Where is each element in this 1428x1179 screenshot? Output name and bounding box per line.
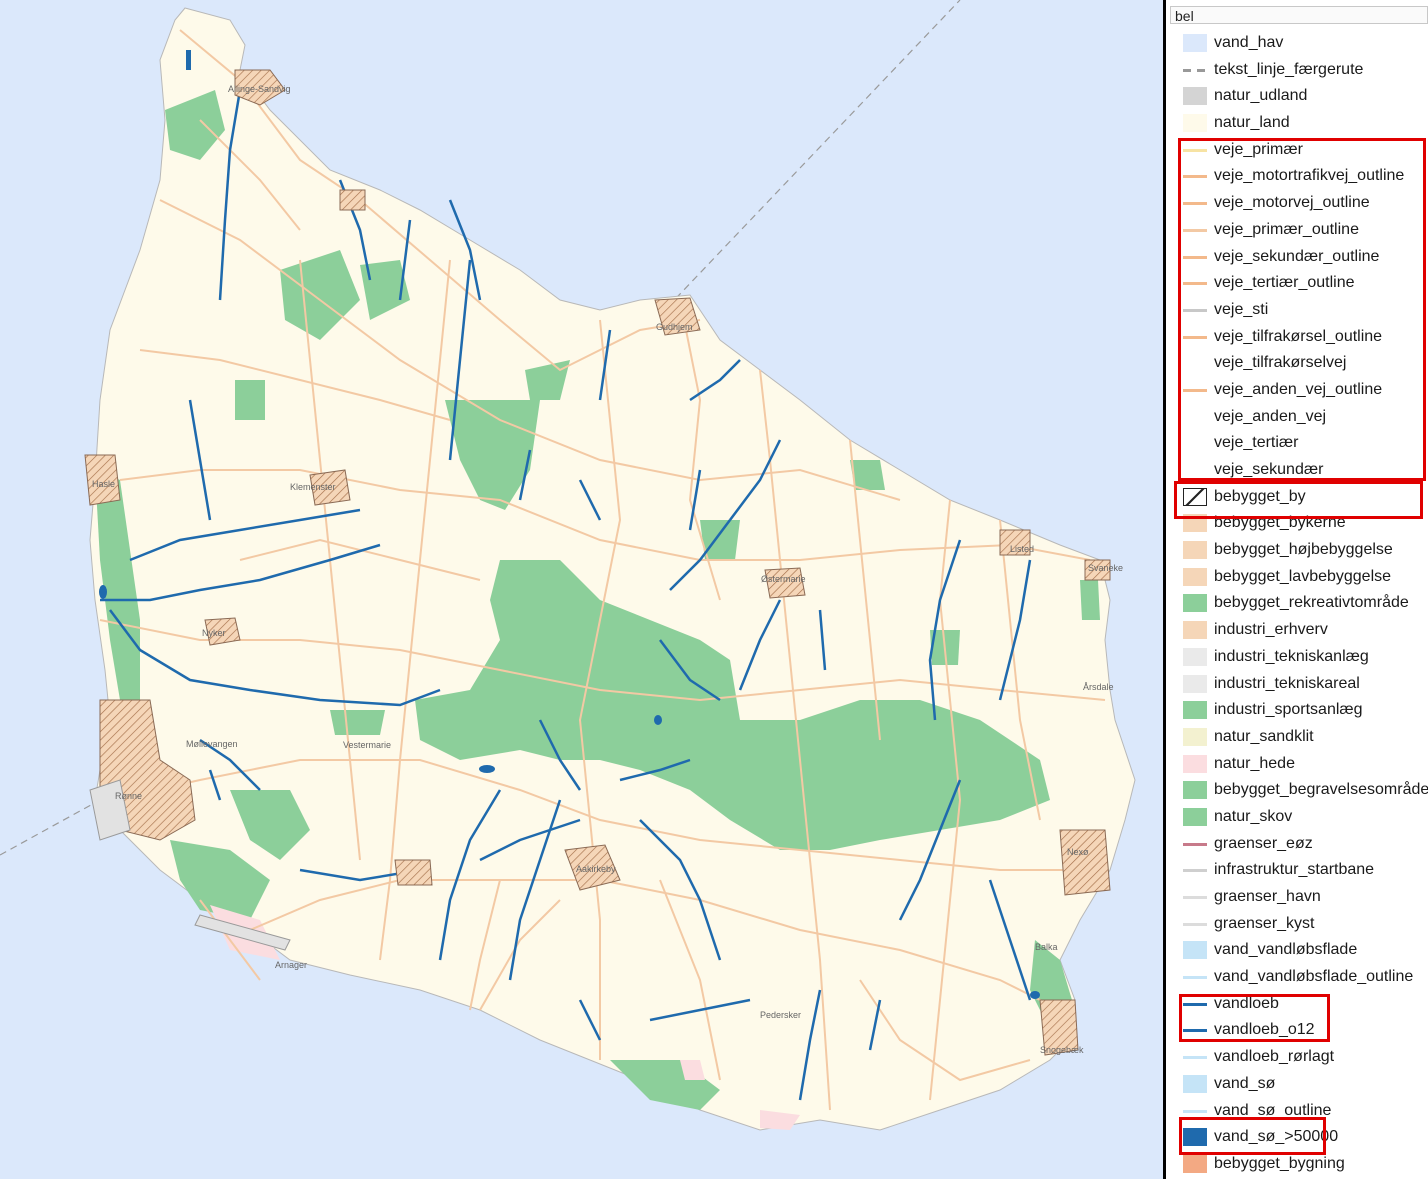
legend-item[interactable]: graenser_eøz [1166, 831, 1428, 858]
legend-item[interactable]: industri_sportsanlæg [1166, 697, 1428, 724]
place-label: Gudhjem [656, 322, 693, 332]
place-label: Klemenster [290, 482, 336, 492]
legend-label: graenser_eøz [1214, 834, 1313, 852]
legend-swatch [1183, 674, 1207, 693]
legend-swatch [1183, 842, 1207, 846]
legend-swatch [1183, 68, 1207, 72]
legend-label: bebygget_højbebyggelse [1214, 541, 1393, 559]
place-label: Listed [1010, 544, 1034, 554]
legend-swatch [1183, 941, 1207, 960]
legend-item[interactable]: bebygget_rekreativtområde [1166, 590, 1428, 617]
legend-label: industri_tekniskanlæg [1214, 647, 1369, 665]
legend-item[interactable]: bebygget_højbebyggelse [1166, 537, 1428, 564]
legend-item[interactable]: vandloeb_rørlagt [1166, 1044, 1428, 1071]
legend-swatch [1183, 1154, 1207, 1173]
legend-label: vand_sø [1214, 1074, 1276, 1092]
legend-swatch [1183, 114, 1207, 133]
place-label: Nexø [1067, 847, 1089, 857]
legend-item[interactable]: vand_sø [1166, 1071, 1428, 1098]
legend-swatch [1183, 807, 1207, 826]
legend-label: natur_land [1214, 114, 1290, 132]
map-canvas[interactable]: Allinge-Sandvig Gudhjem Hasle Klemenster… [0, 0, 1163, 1179]
place-label: Rønne [115, 791, 142, 801]
legend-item[interactable]: vand_hav [1166, 30, 1428, 57]
highlight-built-city [1174, 481, 1423, 519]
legend-swatch [1183, 701, 1207, 720]
legend-label: bebygget_bygning [1214, 1154, 1345, 1172]
place-label: Østermarie [761, 574, 806, 584]
legend-swatch [1183, 922, 1207, 926]
place-label: Møllevangen [186, 739, 238, 749]
legend-item[interactable]: natur_sandklit [1166, 724, 1428, 751]
legend-swatch [1183, 647, 1207, 666]
place-label: Pedersker [760, 1010, 801, 1020]
legend-panel[interactable]: bel vand_hav tekst_linje_færgerute natur_u… [1163, 0, 1428, 1179]
legend-item[interactable]: bebygget_begravelsesområde [1166, 777, 1428, 804]
legend-header-field[interactable]: bel [1170, 6, 1428, 24]
highlight-streams [1179, 994, 1330, 1042]
legend-swatch [1183, 34, 1207, 52]
place-label: Balka [1035, 942, 1058, 952]
legend-label: natur_sandklit [1214, 727, 1314, 745]
legend-label: industri_erhverv [1214, 621, 1328, 639]
legend-swatch [1183, 1109, 1207, 1113]
highlight-roads [1178, 138, 1426, 481]
legend-swatch [1183, 896, 1207, 899]
place-label: Hasle [92, 479, 115, 489]
place-label: Aakirkeby [576, 864, 616, 874]
legend-label: industri_sportsanlæg [1214, 701, 1363, 719]
legend-swatch [1183, 869, 1207, 873]
legend-item[interactable]: industri_erhverv [1166, 617, 1428, 644]
legend-label: vand_hav [1214, 34, 1284, 51]
legend-label: graenser_kyst [1214, 914, 1315, 932]
legend-label: bebygget_rekreativtområde [1214, 594, 1409, 612]
legend-item[interactable]: graenser_havn [1166, 884, 1428, 911]
legend-swatch [1183, 594, 1207, 613]
legend-item[interactable]: natur_land [1166, 110, 1428, 137]
legend-item[interactable]: natur_udland [1166, 83, 1428, 110]
legend-swatch [1183, 754, 1207, 773]
legend-item[interactable]: vand_vandløbsflade [1166, 937, 1428, 964]
legend-item[interactable]: natur_hede [1166, 751, 1428, 778]
legend-label: infrastruktur_startbane [1214, 861, 1375, 879]
legend-label: vand_vandløbsflade_outline [1214, 968, 1414, 986]
legend-swatch [1183, 1074, 1207, 1093]
legend-swatch [1183, 567, 1207, 586]
place-label: Årsdale [1083, 682, 1114, 692]
legend-swatch [1183, 87, 1207, 106]
legend-swatch [1183, 781, 1207, 800]
legend-item[interactable]: industri_tekniskanlæg [1166, 644, 1428, 671]
place-label: Allinge-Sandvig [228, 84, 291, 94]
legend-swatch [1183, 621, 1207, 640]
place-label: Arnager [275, 960, 307, 970]
legend-swatch [1183, 727, 1207, 746]
legend-label: natur_hede [1214, 754, 1295, 772]
legend-item[interactable]: vand_vandløbsflade_outline [1166, 964, 1428, 991]
legend-item[interactable]: tekst_linje_færgerute [1166, 57, 1428, 84]
legend-label: industri_tekniskareal [1214, 674, 1360, 692]
place-label: Svaneke [1088, 563, 1123, 573]
legend-label: natur_skov [1214, 807, 1293, 825]
legend-label: tekst_linje_færgerute [1214, 60, 1364, 78]
legend-item[interactable]: natur_skov [1166, 804, 1428, 831]
legend-item[interactable]: bebygget_lavbebyggelse [1166, 564, 1428, 591]
legend-label: vand_vandløbsflade [1214, 941, 1358, 959]
map-svg[interactable]: Allinge-Sandvig Gudhjem Hasle Klemenster… [0, 0, 1163, 1179]
highlight-large-lakes [1179, 1117, 1326, 1155]
legend-swatch [1183, 1056, 1207, 1060]
legend-item[interactable]: infrastruktur_startbane [1166, 857, 1428, 884]
place-label: Snogebæk [1040, 1045, 1084, 1055]
legend-label: bebygget_begravelsesområde [1214, 781, 1428, 799]
legend-swatch [1183, 541, 1207, 560]
legend-label: graenser_havn [1214, 888, 1321, 905]
legend-swatch [1183, 976, 1207, 980]
place-label: Vestermarie [343, 740, 391, 750]
place-label: Nyker [202, 628, 226, 638]
legend-item[interactable]: graenser_kyst [1166, 911, 1428, 938]
legend-label: vandloeb_rørlagt [1214, 1048, 1335, 1066]
legend-label: natur_udland [1214, 87, 1308, 105]
legend-label: bebygget_lavbebyggelse [1214, 567, 1392, 585]
legend-item[interactable]: industri_tekniskareal [1166, 671, 1428, 698]
